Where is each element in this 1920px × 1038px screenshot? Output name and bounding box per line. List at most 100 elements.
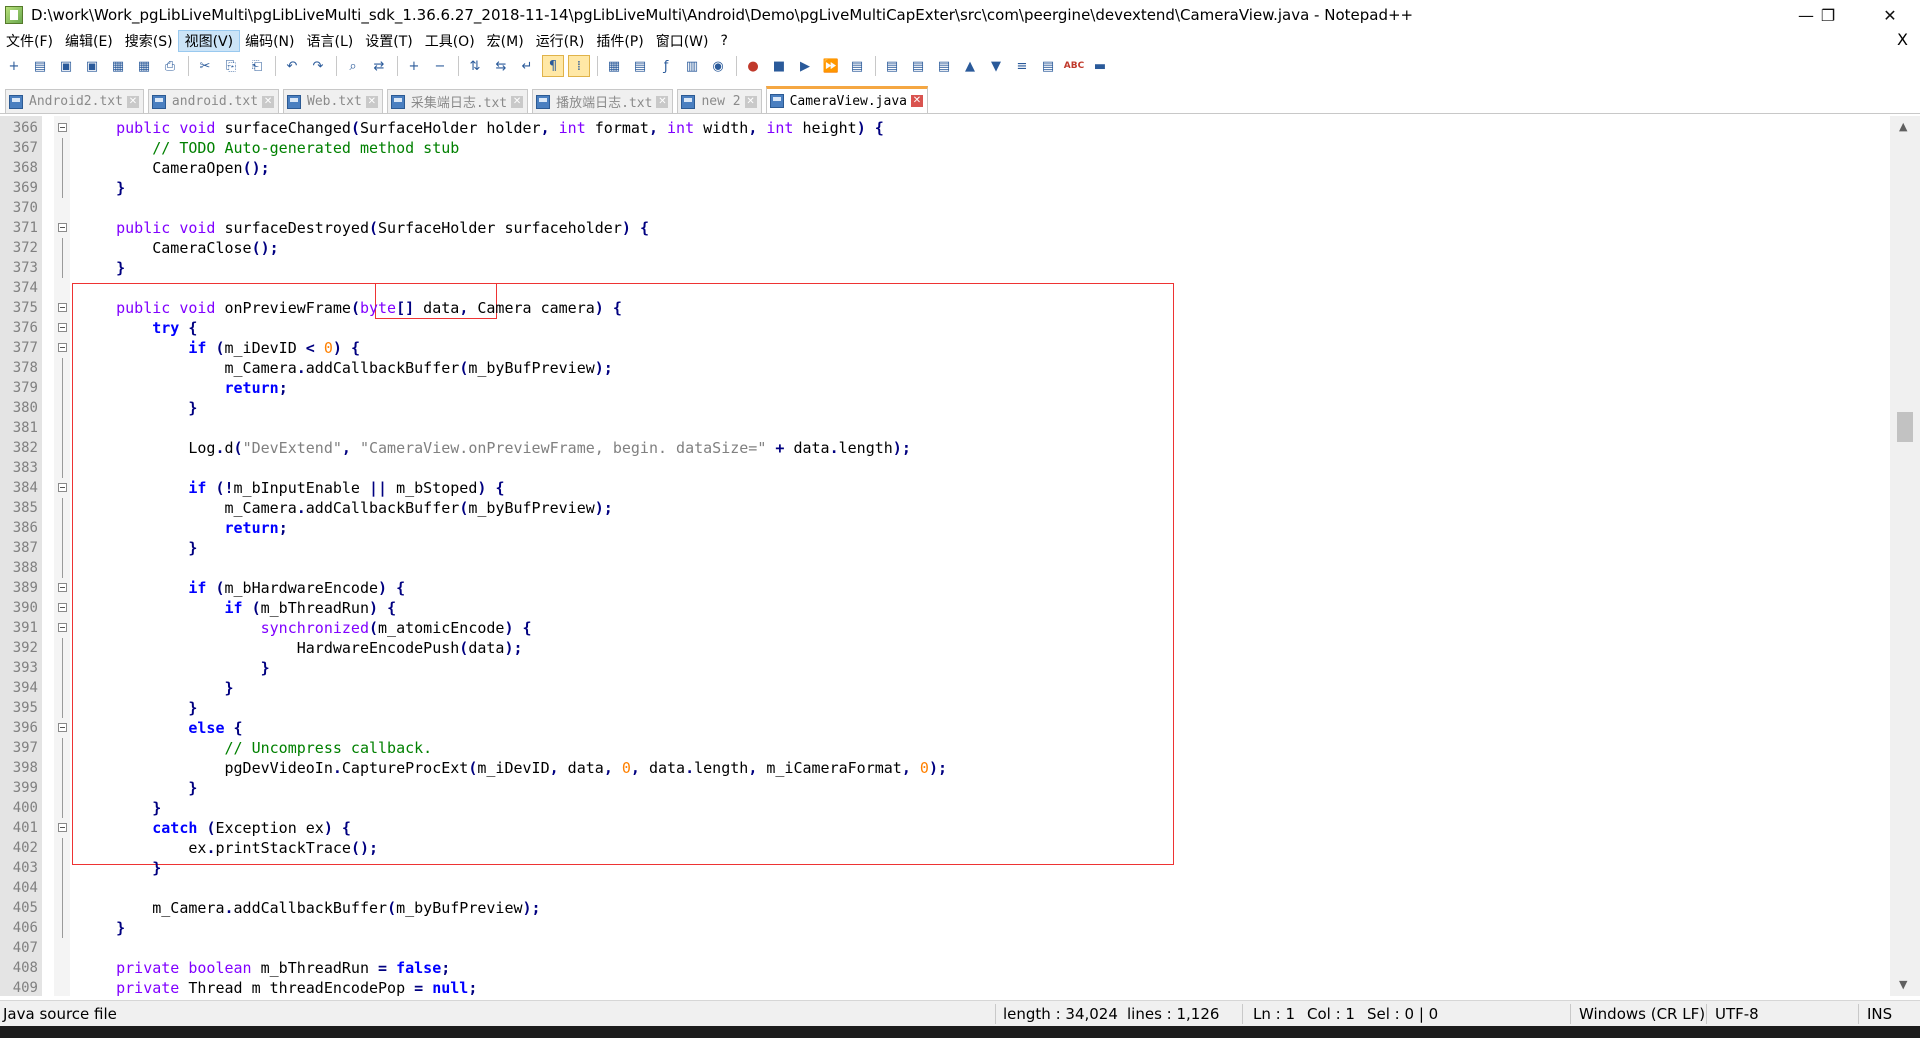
save-macro-icon[interactable]: ▤ [847, 56, 867, 76]
code-line[interactable]: 408 private boolean m_bThreadRun = false… [0, 958, 1890, 978]
code-line[interactable]: 396 else { [0, 718, 1890, 738]
code-line[interactable]: 409 private Thread m_threadEncodePop = n… [0, 978, 1890, 996]
close-icon[interactable]: ▦ [108, 56, 128, 76]
menu-item[interactable]: 设置(T) [359, 31, 418, 51]
fold-toggle-icon[interactable] [58, 323, 67, 332]
play-multiple-icon[interactable]: ⏩ [821, 56, 841, 76]
fold-toggle-icon[interactable] [58, 483, 67, 492]
tab-close-icon[interactable]: ✕ [511, 95, 524, 108]
zoom-out-icon[interactable]: − [430, 56, 450, 76]
code-line[interactable]: 380 } [0, 398, 1890, 418]
code-line[interactable]: 377 if (m_iDevID < 0) { [0, 338, 1890, 358]
menu-item[interactable]: ? [715, 33, 734, 49]
code-line[interactable]: 402 ex.printStackTrace(); [0, 838, 1890, 858]
code-line[interactable]: 385 m_Camera.addCallbackBuffer(m_byBufPr… [0, 498, 1890, 518]
close-window-button[interactable]: ✕ [1860, 0, 1920, 30]
plugin-d-icon[interactable]: ▲ [960, 56, 980, 76]
tab-0[interactable]: Android2.txt ✕ [5, 89, 144, 113]
save-icon[interactable]: ▣ [56, 56, 76, 76]
tab-close-icon[interactable]: ✕ [910, 95, 923, 107]
code-line[interactable]: 390 if (m_bThreadRun) { [0, 598, 1890, 618]
code-line[interactable]: 366 public void surfaceChanged(SurfaceHo… [0, 118, 1890, 138]
tab-close-icon[interactable]: ✕ [126, 95, 139, 108]
tab-close-icon[interactable]: ✕ [656, 95, 669, 108]
code-line[interactable]: 372 CameraClose(); [0, 238, 1890, 258]
monitor-icon[interactable]: ◉ [708, 56, 728, 76]
zoom-in-icon[interactable]: + [404, 56, 424, 76]
menu-item[interactable]: 运行(R) [530, 31, 591, 51]
tab-5[interactable]: new 2 ✕ [677, 89, 762, 113]
fold-toggle-icon[interactable] [58, 623, 67, 632]
sync-vertical-icon[interactable]: ⇅ [465, 56, 485, 76]
plugin-g-icon[interactable]: ▤ [1038, 56, 1058, 76]
menu-item[interactable]: 插件(P) [590, 31, 649, 51]
code-line[interactable]: 407 [0, 938, 1890, 958]
menu-item[interactable]: 编辑(E) [59, 31, 119, 51]
play-macro-icon[interactable]: ▶ [795, 56, 815, 76]
code-line[interactable]: 388 [0, 558, 1890, 578]
code-line[interactable]: 392 HardwareEncodePush(data); [0, 638, 1890, 658]
status-encoding[interactable]: UTF-8 [1715, 1001, 1759, 1027]
plugin-h-icon[interactable]: ▬ [1090, 56, 1110, 76]
code-line[interactable]: 399 } [0, 778, 1890, 798]
sync-horizontal-icon[interactable]: ⇆ [491, 56, 511, 76]
cut-icon[interactable]: ✂ [195, 56, 215, 76]
tab-3[interactable]: 采集端日志.txt ✕ [386, 89, 529, 113]
wrap-icon[interactable]: ↵ [517, 56, 537, 76]
save-all-icon[interactable]: ▣ [82, 56, 102, 76]
paste-icon[interactable]: ⎗ [247, 56, 267, 76]
plugin-a-icon[interactable]: ▤ [882, 56, 902, 76]
fold-toggle-icon[interactable] [58, 603, 67, 612]
code-line[interactable]: 367 // TODO Auto-generated method stub [0, 138, 1890, 158]
udl-icon[interactable]: ▦ [604, 56, 624, 76]
indent-guide-icon[interactable]: ⁞ [568, 55, 590, 77]
copy-icon[interactable]: ⎘ [221, 56, 241, 76]
redo-icon[interactable]: ↷ [308, 56, 328, 76]
plugin-f-icon[interactable]: ≡ [1012, 56, 1032, 76]
code-line[interactable]: 383 [0, 458, 1890, 478]
menu-item[interactable]: 编码(N) [239, 31, 300, 51]
tab-4[interactable]: 播放端日志.txt ✕ [532, 89, 674, 113]
code-line[interactable]: 401 catch (Exception ex) { [0, 818, 1890, 838]
fold-toggle-icon[interactable] [58, 123, 67, 132]
code-line[interactable]: 400 } [0, 798, 1890, 818]
code-line[interactable]: 371 public void surfaceDestroyed(Surface… [0, 218, 1890, 238]
fold-toggle-icon[interactable] [58, 723, 67, 732]
code-line[interactable]: 382 Log.d("DevExtend", "CameraView.onPre… [0, 438, 1890, 458]
find-icon[interactable]: ⌕ [343, 56, 363, 76]
code-line[interactable]: 374 [0, 278, 1890, 298]
code-line[interactable]: 373 } [0, 258, 1890, 278]
vertical-scrollbar[interactable]: ▲ ▼ [1890, 116, 1920, 996]
tab-close-icon[interactable]: ✕ [365, 95, 378, 108]
code-line[interactable]: 387 } [0, 538, 1890, 558]
code-line[interactable]: 391 synchronized(m_atomicEncode) { [0, 618, 1890, 638]
code-line[interactable]: 370 [0, 198, 1890, 218]
status-eol[interactable]: Windows (CR LF) [1579, 1001, 1705, 1027]
code-line[interactable]: 369 } [0, 178, 1890, 198]
fold-toggle-icon[interactable] [58, 223, 67, 232]
function-list-icon[interactable]: ƒ [656, 56, 676, 76]
menu-item[interactable]: 窗口(W) [650, 31, 715, 51]
code-line[interactable]: 406 } [0, 918, 1890, 938]
stop-macro-icon[interactable]: ■ [769, 56, 789, 76]
scroll-thumb[interactable] [1897, 412, 1913, 442]
menu-item[interactable]: 文件(F) [0, 31, 59, 51]
fold-toggle-icon[interactable] [58, 823, 67, 832]
folder-workspace-icon[interactable]: ▥ [682, 56, 702, 76]
code-line[interactable]: 378 m_Camera.addCallbackBuffer(m_byBufPr… [0, 358, 1890, 378]
show-all-chars-icon[interactable]: ¶ [542, 55, 564, 77]
code-editor[interactable]: 366 public void surfaceChanged(SurfaceHo… [0, 116, 1890, 996]
menu-item[interactable]: 工具(O) [419, 31, 481, 51]
open-file-icon[interactable]: ▤ [30, 56, 50, 76]
code-line[interactable]: 376 try { [0, 318, 1890, 338]
close-all-icon[interactable]: ▦ [134, 56, 154, 76]
code-line[interactable]: 384 if (!m_bInputEnable || m_bStoped) { [0, 478, 1890, 498]
tab-close-icon[interactable]: ✕ [262, 95, 275, 108]
tab-2[interactable]: Web.txt ✕ [283, 89, 383, 113]
menu-item[interactable]: 宏(M) [481, 31, 530, 51]
undo-icon[interactable]: ↶ [282, 56, 302, 76]
menu-item[interactable]: 视图(V) [177, 30, 241, 52]
code-line[interactable]: 398 pgDevVideoIn.CaptureProcExt(m_iDevID… [0, 758, 1890, 778]
tab-1[interactable]: android.txt ✕ [147, 89, 280, 113]
code-line[interactable]: 397 // Uncompress callback. [0, 738, 1890, 758]
